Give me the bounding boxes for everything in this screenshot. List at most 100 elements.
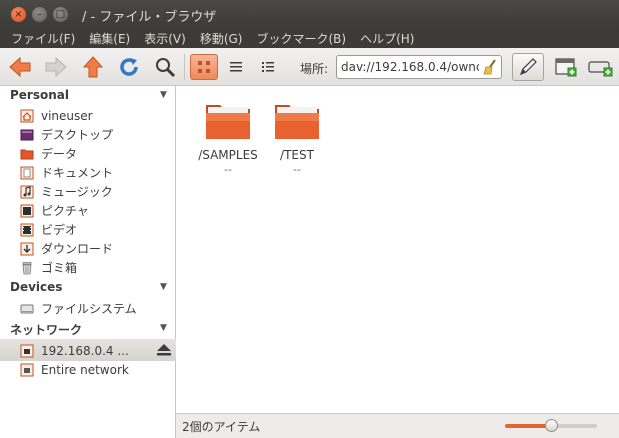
videos-icon [20, 223, 34, 237]
documents-icon [20, 166, 34, 180]
back-button[interactable] [6, 54, 34, 80]
sidebar-item-label: ミュージック [41, 185, 113, 199]
sidebar-item-label: ドキュメント [41, 166, 114, 180]
sidebar-item-label: ピクチャ [41, 204, 89, 218]
menu-view[interactable]: 表示(V) [137, 30, 193, 47]
sidebar-header-devices: Devices [10, 280, 63, 294]
status-bar: 2個のアイテム [176, 413, 619, 438]
menu-file[interactable]: ファイル(F) [4, 30, 82, 47]
forward-arrow-icon [45, 56, 67, 78]
sidebar-item-videos[interactable]: ビデオ [20, 220, 170, 239]
sidebar-item-pictures[interactable]: ピクチャ [20, 201, 170, 220]
pictures-icon [20, 204, 34, 218]
menu-bookmarks[interactable]: ブックマーク(B) [249, 30, 353, 47]
edit-pencil-icon [519, 58, 537, 76]
eject-icon [157, 344, 171, 356]
search-icon [156, 58, 176, 78]
sidebar: Personal ▼ vineuser デスクトップ データ ドキュメント ミュ… [0, 86, 176, 438]
reload-button[interactable] [115, 54, 143, 80]
minimize-icon: – [37, 8, 42, 20]
location-bar[interactable] [336, 55, 502, 79]
icon-view-button[interactable] [190, 54, 218, 80]
sidebar-item-label: ビデオ [41, 223, 78, 237]
file-name: /TEST [280, 148, 314, 162]
new-window-icon [588, 61, 613, 77]
harddisk-icon [20, 302, 34, 316]
sidebar-item-data[interactable]: データ [20, 144, 170, 163]
network-icon [20, 363, 34, 377]
sidebar-item-filesystem[interactable]: ファイルシステム [20, 299, 170, 318]
list-view-button[interactable] [222, 54, 250, 80]
menu-help[interactable]: ヘルプ(H) [353, 30, 421, 47]
title-bar: × – □ / - ファイル・ブラウザ [0, 0, 619, 28]
up-arrow-icon [82, 56, 104, 78]
up-button[interactable] [79, 54, 107, 80]
folder-icon [206, 105, 250, 139]
home-icon [20, 109, 34, 123]
sidebar-item-label: vineuser [41, 108, 93, 123]
sidebar-item-label: データ [41, 147, 78, 161]
item-count: 2個のアイテム [182, 420, 261, 434]
compact-view-icon [262, 62, 274, 72]
collapse-personal-icon[interactable]: ▼ [160, 90, 167, 100]
location-label: 場所: [300, 62, 329, 76]
collapse-network-icon[interactable]: ▼ [160, 323, 167, 333]
file-name: /SAMPLES [198, 148, 258, 162]
sidebar-item-music[interactable]: ミュージック [20, 182, 170, 201]
file-meta: -- [293, 163, 301, 176]
collapse-devices-icon[interactable]: ▼ [160, 282, 167, 292]
close-icon: × [14, 8, 23, 20]
sidebar-item-downloads[interactable]: ダウンロード [20, 239, 170, 258]
back-arrow-icon [9, 56, 31, 78]
sidebar-item-label: デスクトップ [41, 128, 114, 142]
trash-icon [20, 261, 34, 275]
file-item-test[interactable]: /TEST -- [257, 99, 337, 176]
sidebar-item-trash[interactable]: ゴミ箱 [20, 258, 170, 277]
sidebar-item-desktop[interactable]: デスクトップ [20, 125, 170, 144]
zoom-slider[interactable] [505, 419, 597, 432]
search-button[interactable] [151, 54, 179, 80]
reload-icon [120, 58, 138, 76]
desktop-icon [20, 128, 34, 142]
maximize-icon: □ [55, 8, 66, 20]
sidebar-item-documents[interactable]: ドキュメント [20, 163, 170, 182]
file-view[interactable]: /SAMPLES -- /TEST -- [181, 86, 619, 413]
icon-view-icon [198, 61, 210, 73]
file-meta: -- [224, 163, 232, 176]
downloads-icon [20, 242, 34, 256]
menu-edit[interactable]: 編集(E) [82, 30, 137, 47]
location-input[interactable] [341, 60, 479, 74]
sidebar-item-label: Entire network [41, 362, 129, 377]
sidebar-item-network-share[interactable]: 192.168.0.4 ... [20, 341, 170, 360]
sidebar-item-home[interactable]: vineuser [20, 106, 170, 125]
zoom-slider-handle[interactable] [545, 419, 558, 432]
forward-button[interactable] [42, 54, 70, 80]
edit-location-button[interactable] [512, 53, 544, 81]
folder-icon [275, 105, 319, 139]
new-window-button[interactable] [587, 54, 615, 80]
compact-view-button[interactable] [254, 54, 282, 80]
folder-icon [20, 147, 34, 161]
sidebar-header-network: ネットワーク [10, 323, 83, 337]
sidebar-item-label: ファイルシステム [41, 302, 137, 316]
list-view-icon [230, 62, 242, 72]
sidebar-item-label: ゴミ箱 [41, 261, 78, 275]
network-share-icon [20, 344, 34, 358]
maximize-window-button[interactable]: □ [53, 7, 68, 22]
file-item-samples[interactable]: /SAMPLES -- [188, 99, 268, 176]
clear-location-button[interactable] [482, 59, 498, 78]
close-window-button[interactable]: × [11, 7, 26, 22]
sidebar-header-personal: Personal [10, 88, 69, 102]
toolbar-separator [184, 54, 185, 80]
sidebar-item-label: 192.168.0.4 ... [41, 343, 129, 358]
minimize-window-button[interactable]: – [32, 7, 47, 22]
menu-bar: ファイル(F) 編集(E) 表示(V) 移動(G) ブックマーク(B) ヘルプ(… [0, 28, 619, 48]
new-tab-button[interactable] [552, 54, 580, 80]
new-tab-icon [555, 58, 577, 77]
sidebar-item-entire-network[interactable]: Entire network [20, 360, 170, 379]
eject-button[interactable] [156, 344, 172, 359]
menu-go[interactable]: 移動(G) [193, 30, 250, 47]
broom-icon [483, 59, 496, 75]
sidebar-item-label: ダウンロード [41, 242, 114, 256]
toolbar: 場所: [0, 48, 619, 86]
